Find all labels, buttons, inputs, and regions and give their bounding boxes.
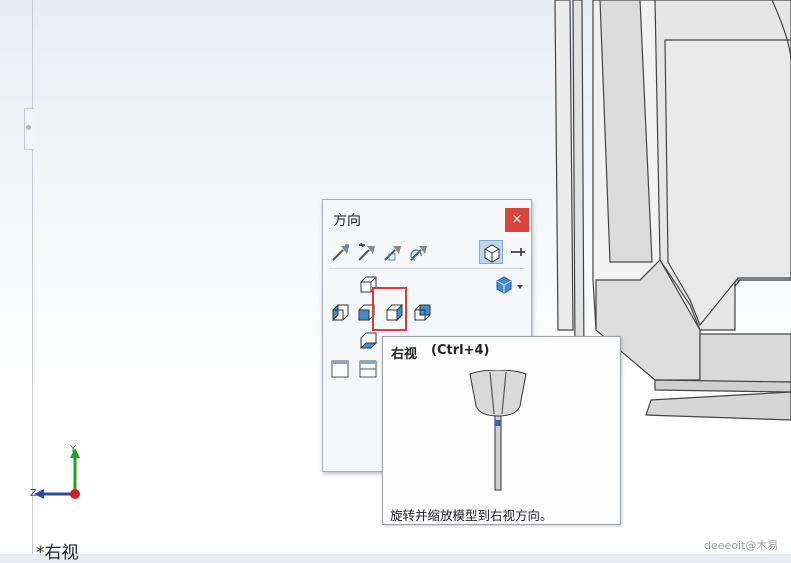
tooltip-shortcut: (Ctrl+4) (431, 343, 490, 358)
orientation-toolbar (329, 240, 525, 266)
new-view-icon[interactable] (355, 240, 379, 264)
pin-icon[interactable] (505, 240, 529, 264)
selected-view-highlight (372, 287, 407, 331)
current-view-label: *右视 (36, 543, 79, 563)
axis-y-label: Y (70, 444, 77, 455)
back-view-icon[interactable] (411, 302, 433, 324)
view-selector-icon[interactable] (329, 240, 353, 264)
reset-standard-views-icon[interactable] (407, 240, 431, 264)
isometric-view-icon[interactable] (493, 274, 515, 296)
watermark: deeeoit@木易 (704, 539, 779, 552)
single-viewport-icon[interactable] (329, 358, 351, 380)
view-tooltip: 右视 (Ctrl+4) 旋转并缩放模型到右视方向。 (382, 336, 621, 525)
tooltip-description: 旋转并缩放模型到右视方向。 (390, 508, 553, 523)
close-button[interactable]: × (505, 208, 529, 232)
view-cube-icon[interactable] (479, 240, 503, 264)
left-view-icon[interactable] (329, 302, 351, 324)
view-preview-image (469, 370, 527, 491)
two-viewport-icon[interactable] (357, 358, 379, 380)
toolbar-divider (329, 268, 525, 269)
coordinate-triad-icon (34, 448, 80, 499)
axis-z-label: Z (30, 488, 37, 499)
chevron-down-icon[interactable] (515, 277, 525, 299)
tooltip-title: 右视 (391, 347, 418, 362)
bottom-view-icon[interactable] (357, 330, 379, 352)
update-standard-views-icon[interactable] (381, 240, 405, 264)
dialog-title: 方向 (333, 213, 361, 229)
